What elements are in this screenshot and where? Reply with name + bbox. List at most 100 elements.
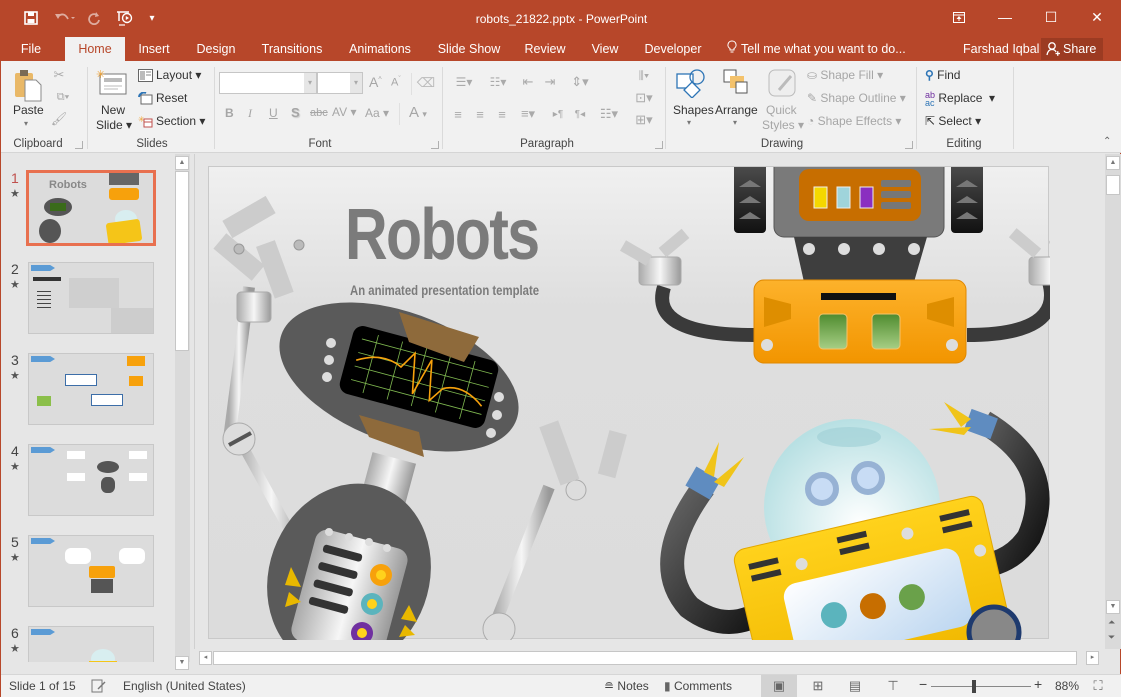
language-indicator[interactable]: English (United States) (123, 679, 246, 693)
slide-thumbnail-2[interactable] (28, 262, 154, 334)
grow-font-button[interactable]: A^ (369, 74, 382, 90)
minimize-button[interactable]: — (982, 1, 1028, 33)
character-spacing-button[interactable]: AV ▾ (332, 105, 356, 119)
shapes-button[interactable]: Shapes (673, 103, 714, 117)
align-center-icon[interactable]: ≡ (471, 105, 489, 123)
decrease-indent-icon[interactable]: ⇤ (519, 73, 537, 91)
tab-animations[interactable]: Animations (342, 37, 418, 61)
bullets-icon[interactable]: ☰▾ (449, 73, 479, 91)
zoom-slider-thumb[interactable] (972, 680, 977, 693)
notes-button[interactable]: ≘ Notes (604, 679, 649, 693)
reading-view-icon[interactable]: ▤ (841, 675, 869, 697)
scroll-right-button[interactable]: ▸ (1086, 651, 1099, 665)
shape-fill-button[interactable]: ⛀ Shape Fill ▾ (807, 68, 883, 82)
fit-slide-icon[interactable]: ⛶ (1087, 675, 1109, 697)
increase-indent-icon[interactable]: ⇥ (541, 73, 559, 91)
scroll-thumb[interactable] (175, 171, 189, 351)
zoom-out-button[interactable]: − (919, 676, 927, 692)
slide-sorter-view-icon[interactable]: ⊞ (804, 675, 832, 697)
normal-view-icon[interactable]: ▣ (761, 675, 797, 697)
shapes-icon[interactable] (674, 67, 708, 99)
bold-button[interactable]: B (225, 106, 234, 120)
layout-button[interactable]: Layout ▾ (156, 68, 201, 82)
paste-dropdown[interactable]: ▾ (24, 119, 28, 128)
zoom-slider-track[interactable] (931, 686, 1031, 687)
scroll-thumb[interactable] (1106, 175, 1120, 195)
tab-developer[interactable]: Developer (639, 37, 707, 61)
new-slide-button[interactable]: New (101, 103, 125, 117)
arrange-button[interactable]: Arrange (715, 103, 758, 117)
tab-design[interactable]: Design (190, 37, 242, 61)
scroll-up-button[interactable]: ▲ (175, 156, 189, 170)
ribbon-display-options-icon[interactable] (936, 1, 982, 33)
tab-home[interactable]: Home (65, 37, 125, 61)
font-launcher-icon[interactable] (431, 141, 439, 149)
paste-icon[interactable] (13, 67, 43, 103)
numbering-icon[interactable]: ☷▾ (483, 73, 513, 91)
ltr-icon[interactable]: ▸¶ (549, 105, 567, 123)
close-button[interactable]: ✕ (1074, 1, 1120, 33)
slide-title[interactable]: Robots (345, 199, 540, 271)
slide-canvas[interactable]: Robots An animated presentation template (208, 166, 1050, 640)
collapse-ribbon-icon[interactable]: ⌃ (1103, 136, 1111, 147)
slide-thumbnail-5[interactable] (28, 535, 154, 607)
slide-thumbnail-3[interactable] (28, 353, 154, 425)
align-right-icon[interactable]: ≡ (493, 105, 511, 123)
tab-slide-show[interactable]: Slide Show (431, 37, 507, 61)
shape-effects-button[interactable]: ◔ Shape Effects ▾ (807, 114, 901, 128)
strikethrough-button[interactable]: abc (310, 107, 328, 119)
editor-horizontal-scrollbar[interactable]: ◂ ▸ (194, 649, 1105, 667)
scroll-up-button[interactable]: ▲ (1106, 156, 1120, 170)
font-size-combo[interactable]: ▾ (317, 72, 363, 94)
scroll-down-button[interactable]: ▼ (175, 656, 189, 670)
chevron-down-icon[interactable]: ▾ (350, 73, 362, 93)
align-text-icon[interactable]: ⊡▾ (631, 89, 657, 107)
underline-button[interactable]: U (269, 106, 278, 120)
tell-me-search[interactable]: Tell me what you want to do... (727, 37, 906, 61)
next-slide-icon[interactable]: ⏷ (1108, 632, 1115, 643)
section-button[interactable]: Section ▾ (156, 114, 205, 128)
select-button[interactable]: ⇱ Select ▾ (925, 114, 981, 128)
slide-thumbnail-1[interactable]: Robots (26, 170, 156, 246)
italic-button[interactable]: I (248, 106, 252, 121)
editor-vertical-scrollbar[interactable]: ▲ ▼ ⏶ ⏷ (1105, 154, 1121, 649)
cut-icon[interactable]: ✂ (51, 67, 67, 83)
quick-styles-button[interactable]: Quick (766, 103, 797, 117)
line-spacing-icon[interactable]: ⇕▾ (566, 73, 594, 91)
arrange-icon[interactable] (721, 67, 751, 99)
drawing-launcher-icon[interactable] (905, 141, 913, 149)
share-button[interactable]: Share (1041, 38, 1103, 60)
text-shadow-button[interactable]: S (291, 105, 300, 120)
justify-icon[interactable]: ≡▾ (515, 105, 541, 123)
format-painter-icon[interactable]: 🖌 (51, 111, 68, 127)
slide-thumbnail-4[interactable] (28, 444, 154, 516)
slide-show-view-icon[interactable]: ⊤ (879, 675, 907, 697)
font-name-combo[interactable]: ▾ (219, 72, 317, 94)
maximize-button[interactable]: ☐ (1028, 1, 1074, 33)
shape-outline-button[interactable]: ✎ Shape Outline ▾ (807, 91, 906, 105)
slide-subtitle[interactable]: An animated presentation template (350, 283, 539, 298)
zoom-in-button[interactable]: + (1034, 676, 1042, 692)
clipboard-launcher-icon[interactable] (75, 141, 83, 149)
columns-icon[interactable]: ☷▾ (595, 105, 623, 123)
shrink-font-button[interactable]: Aˇ (391, 76, 401, 89)
smartart-icon[interactable]: ⊞▾ (631, 111, 657, 129)
change-case-button[interactable]: Aa ▾ (365, 106, 389, 120)
find-button[interactable]: ⚲ Find (925, 68, 960, 82)
shapes-dropdown[interactable]: ▾ (687, 118, 691, 127)
tab-transitions[interactable]: Transitions (254, 37, 330, 61)
slide-thumbnail-6[interactable] (28, 626, 154, 662)
chevron-down-icon[interactable]: ▾ (304, 73, 316, 93)
clear-formatting-icon[interactable]: ⌫ (416, 73, 436, 93)
new-slide-icon[interactable]: ✳ (96, 67, 128, 97)
reset-button[interactable]: Reset (156, 91, 187, 105)
rtl-icon[interactable]: ¶◂ (571, 105, 589, 123)
comments-button[interactable]: ▮ Comments (664, 679, 732, 693)
new-slide-dropdown[interactable]: Slide ▾ (96, 118, 132, 132)
paste-button[interactable]: Paste (13, 103, 44, 117)
tab-view[interactable]: View (585, 37, 625, 61)
quick-styles-dropdown[interactable]: Styles ▾ (762, 118, 804, 132)
copy-icon[interactable]: ⧉▾ (51, 89, 75, 105)
align-left-icon[interactable]: ≡ (449, 105, 467, 123)
thumbnail-scrollbar[interactable]: ▲ ▼ (175, 154, 190, 670)
